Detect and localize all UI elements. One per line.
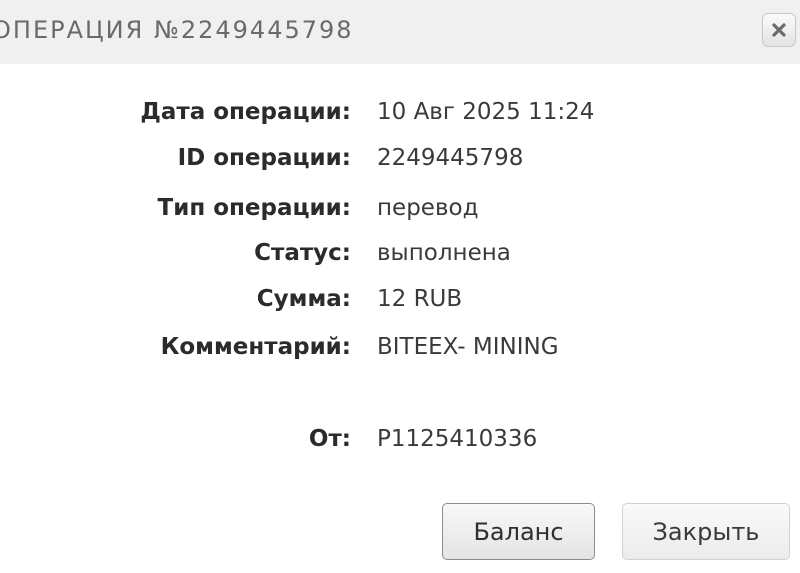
detail-label-date: Дата операции: (140, 99, 351, 125)
detail-value-amount: 12 RUB (377, 286, 463, 312)
detail-label-status: Статус: (254, 240, 351, 266)
detail-row-from: От: P1125410336 (0, 417, 800, 463)
detail-label-type: Тип операции: (157, 195, 351, 221)
detail-row-comment: Комментарий: BITEEX- MINING (0, 325, 800, 371)
detail-label-amount: Сумма: (256, 286, 351, 312)
detail-value-date: 10 Авг 2025 11:24 (377, 99, 595, 125)
detail-label-from: От: (308, 426, 351, 452)
detail-value-status: выполнена (377, 240, 511, 266)
dialog-header: ОПЕРАЦИЯ №2249445798 (0, 0, 800, 64)
detail-value-from: P1125410336 (377, 426, 538, 452)
detail-label-comment: Комментарий: (160, 334, 351, 360)
operation-dialog: ОПЕРАЦИЯ №2249445798 Дата операции: 10 А… (0, 0, 800, 573)
detail-value-type: перевод (377, 195, 479, 221)
close-icon (772, 23, 786, 37)
detail-row-amount: Сумма: 12 RUB (0, 277, 800, 323)
dialog-title: ОПЕРАЦИЯ №2249445798 (0, 16, 354, 44)
detail-row-date: Дата операции: 10 Авг 2025 11:24 (0, 90, 800, 136)
balance-button[interactable]: Баланс (442, 503, 595, 560)
detail-value-comment: BITEEX- MINING (377, 334, 559, 360)
detail-row-type: Тип операции: перевод (0, 186, 800, 232)
close-dialog-button[interactable]: Закрыть (622, 503, 790, 560)
detail-row-status: Статус: выполнена (0, 231, 800, 277)
close-button[interactable] (762, 13, 796, 47)
detail-row-id: ID операции: 2249445798 (0, 136, 800, 182)
detail-label-id: ID операции: (177, 145, 351, 171)
detail-value-id: 2249445798 (377, 145, 524, 171)
